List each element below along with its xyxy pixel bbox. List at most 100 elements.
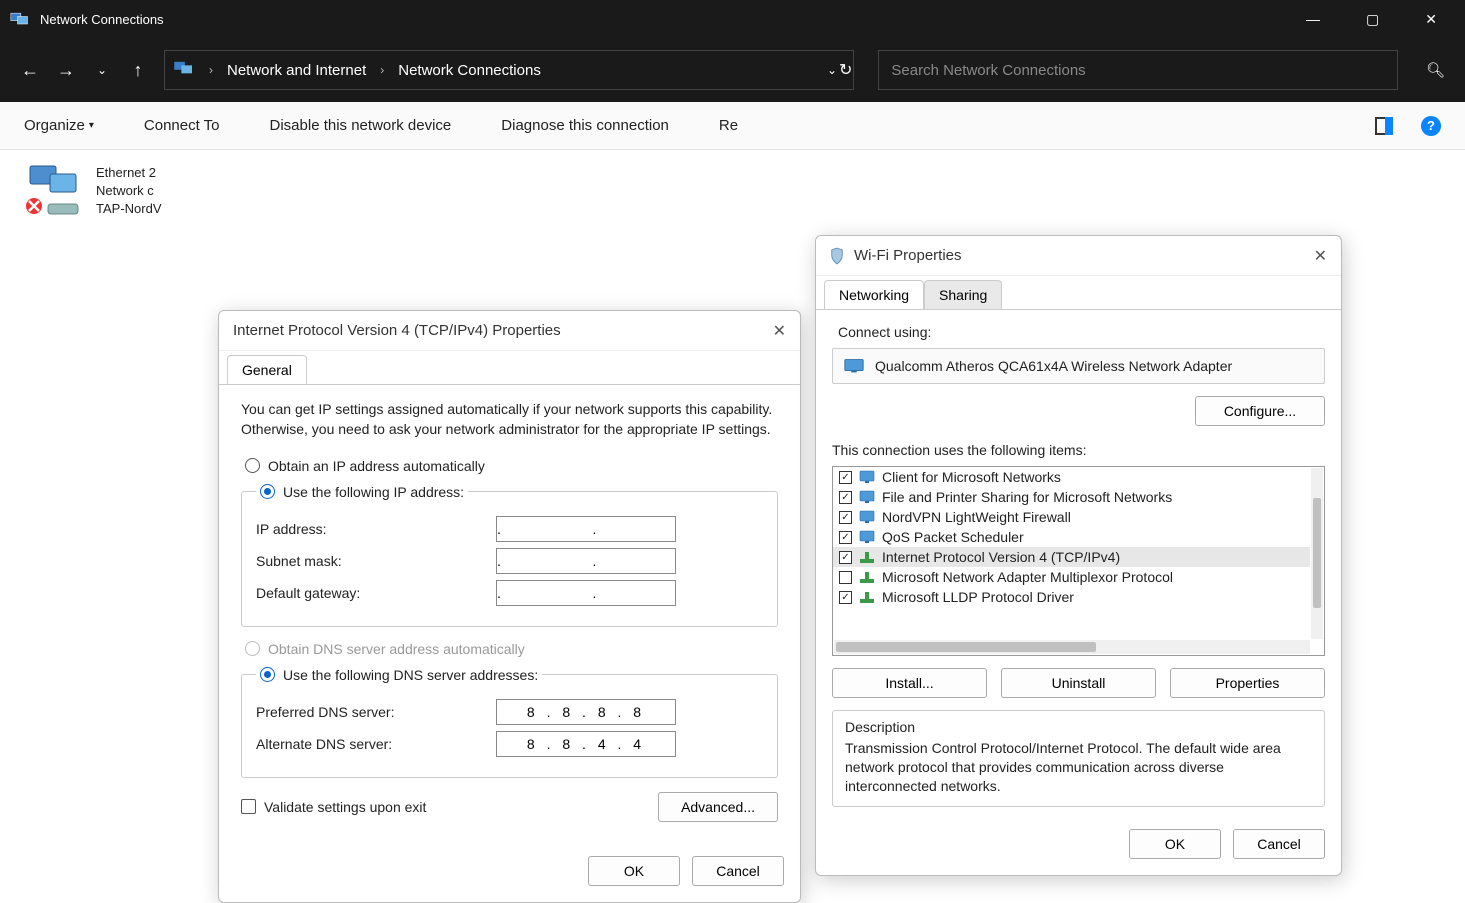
tab-networking[interactable]: Networking (824, 280, 924, 309)
connection-items-list[interactable]: Client for Microsoft Networks File and Pr… (832, 466, 1325, 656)
item-checkbox[interactable] (839, 571, 852, 584)
subnet-mask-label: Subnet mask: (256, 553, 496, 569)
item-checkbox[interactable] (839, 511, 852, 524)
up-button[interactable]: ↑ (128, 60, 148, 81)
list-item[interactable]: Microsoft LLDP Protocol Driver (833, 587, 1310, 607)
advanced-button[interactable]: Advanced... (658, 792, 778, 822)
description-header: Description (845, 719, 1312, 735)
list-item[interactable]: Internet Protocol Version 4 (TCP/IPv4) (833, 547, 1310, 567)
organize-menu[interactable]: Organize ▾ (24, 117, 94, 134)
preferred-dns-input[interactable] (496, 699, 676, 725)
client-icon (858, 530, 876, 544)
address-bar[interactable]: › Network and Internet › Network Connect… (164, 50, 854, 90)
item-checkbox[interactable] (839, 491, 852, 504)
tab-sharing[interactable]: Sharing (924, 280, 1002, 309)
disable-device-button[interactable]: Disable this network device (270, 117, 452, 134)
radio-label: Use the following IP address: (283, 484, 464, 500)
client-icon (858, 510, 876, 524)
diagnose-button[interactable]: Diagnose this connection (501, 117, 669, 134)
connect-to-button[interactable]: Connect To (144, 117, 220, 134)
alternate-dns-input[interactable] (496, 731, 676, 757)
ip-address-label: IP address: (256, 521, 496, 537)
close-icon[interactable]: ✕ (1314, 246, 1327, 266)
radio-icon (260, 667, 275, 682)
wifi-dialog-title: Wi-Fi Properties (854, 247, 962, 264)
connect-using-label: Connect using: (838, 324, 1325, 340)
list-item[interactable]: QoS Packet Scheduler (833, 527, 1310, 547)
radio-obtain-dns-auto: Obtain DNS server address automatically (245, 641, 778, 657)
cancel-button[interactable]: Cancel (1233, 829, 1325, 859)
list-item[interactable]: File and Printer Sharing for Microsoft N… (833, 487, 1310, 507)
back-button[interactable]: ← (20, 60, 40, 81)
subnet-mask-input[interactable] (496, 548, 676, 574)
radio-label: Obtain an IP address automatically (268, 458, 485, 474)
close-icon[interactable]: ✕ (773, 321, 786, 341)
adapter-name: Ethernet 2 (96, 164, 162, 182)
configure-button[interactable]: Configure... (1195, 396, 1325, 426)
alternate-dns-label: Alternate DNS server: (256, 736, 496, 752)
search-icon[interactable]: 🔍︎ (1426, 61, 1445, 79)
breadcrumb-part-1[interactable]: Network and Internet (227, 62, 366, 79)
radio-obtain-ip-auto[interactable]: Obtain an IP address automatically (245, 458, 778, 474)
tab-general[interactable]: General (227, 355, 307, 384)
maximize-button[interactable]: ▢ (1366, 11, 1379, 28)
dns-group: Use the following DNS server addresses: … (241, 667, 778, 778)
client-icon (858, 490, 876, 504)
breadcrumb-part-2[interactable]: Network Connections (398, 62, 541, 79)
item-label: NordVPN LightWeight Firewall (882, 509, 1071, 525)
network-adapter-icon (843, 357, 865, 375)
item-checkbox[interactable] (839, 531, 852, 544)
item-label: Client for Microsoft Networks (882, 469, 1061, 485)
validate-label: Validate settings upon exit (264, 799, 426, 815)
adapter-status: Network c (96, 182, 162, 200)
content-area: Ethernet 2 Network c TAP-NordV Internet … (0, 150, 1465, 850)
ip-address-group: Use the following IP address: IP address… (241, 484, 778, 627)
adapter-item[interactable]: Ethernet 2 Network c TAP-NordV (0, 150, 1465, 233)
ip-address-input[interactable] (496, 516, 676, 542)
rename-button[interactable]: Re (719, 117, 738, 134)
wifi-properties-dialog: Wi-Fi Properties ✕ Networking Sharing Co… (815, 235, 1342, 876)
refresh-button[interactable]: ↻ (823, 60, 852, 80)
help-icon[interactable]: ? (1421, 116, 1441, 136)
horizontal-scrollbar[interactable] (834, 640, 1310, 654)
default-gateway-input[interactable] (496, 580, 676, 606)
breadcrumb-sep-icon: › (380, 63, 384, 77)
client-icon (858, 470, 876, 484)
window-title: Network Connections (40, 12, 164, 27)
uninstall-button[interactable]: Uninstall (1001, 668, 1156, 698)
validate-checkbox[interactable] (241, 799, 256, 814)
forward-button[interactable]: → (56, 60, 76, 81)
address-bar-icon (173, 60, 195, 80)
radio-icon (260, 484, 275, 499)
radio-icon (245, 641, 260, 656)
radio-use-dns[interactable]: Use the following DNS server addresses: (260, 667, 538, 683)
properties-button[interactable]: Properties (1170, 668, 1325, 698)
protocol-icon (858, 570, 876, 584)
cancel-button[interactable]: Cancel (692, 856, 784, 886)
minimize-button[interactable]: — (1306, 11, 1320, 28)
search-box[interactable]: Search Network Connections (878, 50, 1398, 90)
item-checkbox[interactable] (839, 471, 852, 484)
ok-button[interactable]: OK (588, 856, 680, 886)
radio-use-ip[interactable]: Use the following IP address: (260, 484, 464, 500)
close-button[interactable]: ✕ (1425, 11, 1437, 28)
search-placeholder: Search Network Connections (891, 62, 1085, 79)
list-item[interactable]: Microsoft Network Adapter Multiplexor Pr… (833, 567, 1310, 587)
item-checkbox[interactable] (839, 591, 852, 604)
ok-button[interactable]: OK (1129, 829, 1221, 859)
radio-icon (245, 458, 260, 473)
breadcrumb-sep-icon: › (209, 63, 213, 77)
item-label: File and Printer Sharing for Microsoft N… (882, 489, 1172, 505)
ipv4-dialog-title: Internet Protocol Version 4 (TCP/IPv4) P… (233, 322, 561, 339)
connection-items-label: This connection uses the following items… (832, 442, 1325, 458)
adapter-device: TAP-NordV (96, 200, 162, 218)
list-item[interactable]: Client for Microsoft Networks (833, 467, 1310, 487)
view-options-icon[interactable] (1375, 117, 1393, 135)
item-checkbox[interactable] (839, 551, 852, 564)
list-item[interactable]: NordVPN LightWeight Firewall (833, 507, 1310, 527)
history-dropdown[interactable]: ⌄ (92, 63, 112, 77)
item-label: QoS Packet Scheduler (882, 529, 1024, 545)
install-button[interactable]: Install... (832, 668, 987, 698)
vertical-scrollbar[interactable] (1311, 468, 1323, 639)
navigation-row: ← → ⌄ ↑ › Network and Internet › Network… (0, 38, 1465, 102)
